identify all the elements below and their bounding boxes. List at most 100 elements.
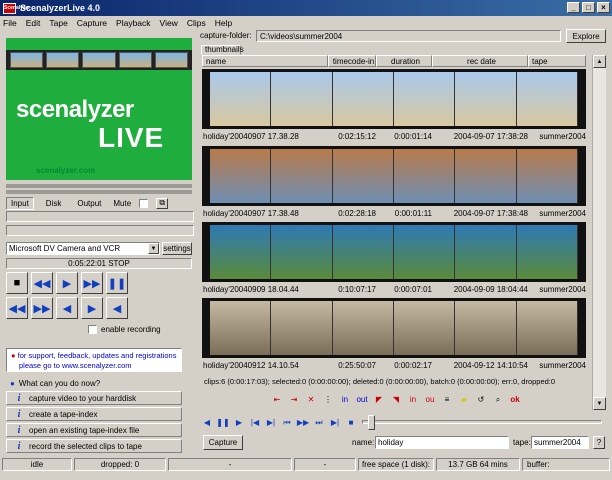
- jog-back-icon[interactable]: ◀: [106, 297, 128, 319]
- bullet-icon: ●: [10, 378, 15, 388]
- help-button[interactable]: ?: [593, 436, 605, 449]
- clip-summary: clips:6 (0:00:17:03); selected:0 (0:00:0…: [204, 377, 556, 386]
- minimize-button[interactable]: _: [567, 2, 580, 13]
- capture-folder-field[interactable]: C:\videos\summer2004: [256, 30, 561, 42]
- out-mark-icon[interactable]: ◥: [389, 393, 403, 406]
- stop-icon[interactable]: ■: [6, 272, 28, 294]
- maximize-button[interactable]: □: [582, 2, 595, 13]
- col-rec-date[interactable]: rec date: [432, 55, 528, 67]
- help-link-record[interactable]: i record the selected clips to tape: [6, 439, 182, 453]
- col-timecode-in[interactable]: timecode-in: [328, 55, 376, 67]
- frame-forward-fast-icon[interactable]: ▶▶: [31, 297, 53, 319]
- help-link-tape-index[interactable]: i create a tape-index: [6, 407, 182, 421]
- menu-file[interactable]: File: [3, 18, 17, 28]
- fast-forward-small-icon[interactable]: ▶▶: [296, 416, 310, 429]
- clip-thumbnails: [202, 298, 586, 358]
- capture-button[interactable]: Capture: [203, 435, 243, 450]
- status-freespace-value: 13.7 GB 64 mins: [436, 458, 520, 471]
- help-link-open[interactable]: i open an existing tape-index file: [6, 423, 182, 437]
- help-link-label: open an existing tape-index file: [29, 425, 140, 435]
- logo-wordmark: scenalyzer: [16, 96, 134, 123]
- pause-icon[interactable]: ❚❚: [106, 272, 128, 294]
- clip-row[interactable]: holiday'20040907 17.38.28 0:02:15:12 0:0…: [202, 69, 586, 144]
- filmstrip-graphic: [6, 50, 192, 70]
- enable-recording-label: enable recording: [101, 325, 161, 334]
- play-small-icon[interactable]: ▶: [232, 416, 246, 429]
- zoom-icon[interactable]: ⌕: [491, 393, 505, 406]
- device-select[interactable]: Microsoft DV Camera and VCR ▼: [6, 242, 160, 255]
- settings-button[interactable]: settings: [162, 242, 192, 255]
- skip-next-icon[interactable]: ▶|: [264, 416, 278, 429]
- window-toggle-icon[interactable]: ⧉: [156, 197, 169, 209]
- mark-in-icon[interactable]: ⇤: [270, 393, 284, 406]
- delete-icon[interactable]: ✕: [304, 393, 318, 406]
- in-mark-icon[interactable]: ◤: [372, 393, 386, 406]
- mute-checkbox[interactable]: [139, 198, 149, 208]
- scroll-down-icon[interactable]: ▼: [593, 397, 606, 410]
- support-line-2[interactable]: please go to www.scenalyzer.com: [11, 361, 177, 371]
- stop-small-icon[interactable]: ■: [344, 416, 358, 429]
- position-slider[interactable]: [362, 415, 602, 430]
- list-icon[interactable]: ≡: [440, 393, 454, 406]
- what-label: What can you do now?: [18, 378, 101, 388]
- end-icon[interactable]: ▶|: [328, 416, 342, 429]
- ok-icon[interactable]: ok: [508, 393, 522, 406]
- tab-output[interactable]: Output: [73, 198, 105, 209]
- status-freespace-label: free space (1 disk):: [358, 458, 434, 471]
- enable-recording-checkbox[interactable]: [88, 325, 97, 334]
- frame-back-fast-icon[interactable]: ◀◀: [6, 297, 28, 319]
- rewind-icon[interactable]: ◀◀: [31, 272, 53, 294]
- col-name[interactable]: name: [202, 55, 328, 67]
- name-field[interactable]: holiday: [375, 436, 509, 449]
- chevron-down-icon[interactable]: ▼: [148, 243, 159, 254]
- status-dropped: dropped: 0: [74, 458, 166, 471]
- slider-thumb[interactable]: [368, 415, 375, 430]
- clip-row[interactable]: holiday'20040912 14.10.54 0:25:50:07 0:0…: [202, 298, 586, 373]
- clip-timecode: 0:10:07:17: [338, 284, 376, 294]
- name-value: holiday: [378, 438, 404, 447]
- mark-out-icon[interactable]: ⇥: [287, 393, 301, 406]
- out-point-icon[interactable]: ou: [423, 393, 437, 406]
- step-back-icon[interactable]: ◀: [56, 297, 78, 319]
- clip-list-scrollbar[interactable]: ▲ ▼: [592, 55, 606, 410]
- fast-forward-icon[interactable]: ▶▶: [81, 272, 103, 294]
- tab-thumbnails[interactable]: thumbnails: [201, 45, 244, 55]
- tape-field[interactable]: summer2004: [531, 436, 589, 449]
- clip-date: 2004-09-07 17:38:28: [453, 131, 528, 141]
- clip-row[interactable]: holiday'20040909 18.04.44 0:10:07:17 0:0…: [202, 222, 586, 297]
- split-icon[interactable]: ⋮: [321, 393, 335, 406]
- note-icon[interactable]: ▰: [457, 393, 471, 406]
- in-icon[interactable]: in: [338, 393, 352, 406]
- tab-input[interactable]: Input: [6, 196, 34, 210]
- prev-icon[interactable]: ◀: [200, 416, 214, 429]
- menu-capture[interactable]: Capture: [77, 18, 107, 28]
- col-tape[interactable]: tape: [528, 55, 586, 67]
- timecode-display: 0:05:22:01 STOP: [6, 258, 192, 269]
- pause-small-icon[interactable]: ❚❚: [216, 416, 230, 429]
- menu-view[interactable]: View: [160, 18, 178, 28]
- clip-row[interactable]: holiday'20040907 17.38.48 0:02:28:18 0:0…: [202, 146, 586, 221]
- menu-help[interactable]: Help: [215, 18, 232, 28]
- play-icon[interactable]: ▶: [56, 272, 78, 294]
- scroll-up-icon[interactable]: ▲: [593, 55, 606, 68]
- help-link-capture[interactable]: i capture video to your harddisk: [6, 391, 182, 405]
- tab-disk[interactable]: Disk: [42, 198, 66, 209]
- support-line-1[interactable]: for support, feedback, updates and regis…: [18, 351, 177, 360]
- skip-prev-icon[interactable]: |◀: [248, 416, 262, 429]
- col-duration[interactable]: duration: [376, 55, 432, 67]
- menu-tape[interactable]: Tape: [49, 18, 67, 28]
- first-icon[interactable]: ⏮: [280, 416, 294, 429]
- status-buffer: buffer:: [522, 458, 610, 471]
- menu-playback[interactable]: Playback: [116, 18, 151, 28]
- last-icon[interactable]: ⏭: [312, 416, 326, 429]
- explore-button[interactable]: Explore: [566, 29, 606, 43]
- undo-icon[interactable]: ↺: [474, 393, 488, 406]
- in-point-icon[interactable]: in: [406, 393, 420, 406]
- out-icon[interactable]: out: [355, 393, 369, 406]
- menu-edit[interactable]: Edit: [26, 18, 41, 28]
- jog-forward-icon[interactable]: ▶: [81, 297, 103, 319]
- menu-clips[interactable]: Clips: [187, 18, 206, 28]
- close-button[interactable]: ×: [597, 2, 610, 13]
- timecode-text: 0:05:22:01 STOP: [68, 259, 130, 268]
- help-link-label: create a tape-index: [29, 409, 98, 419]
